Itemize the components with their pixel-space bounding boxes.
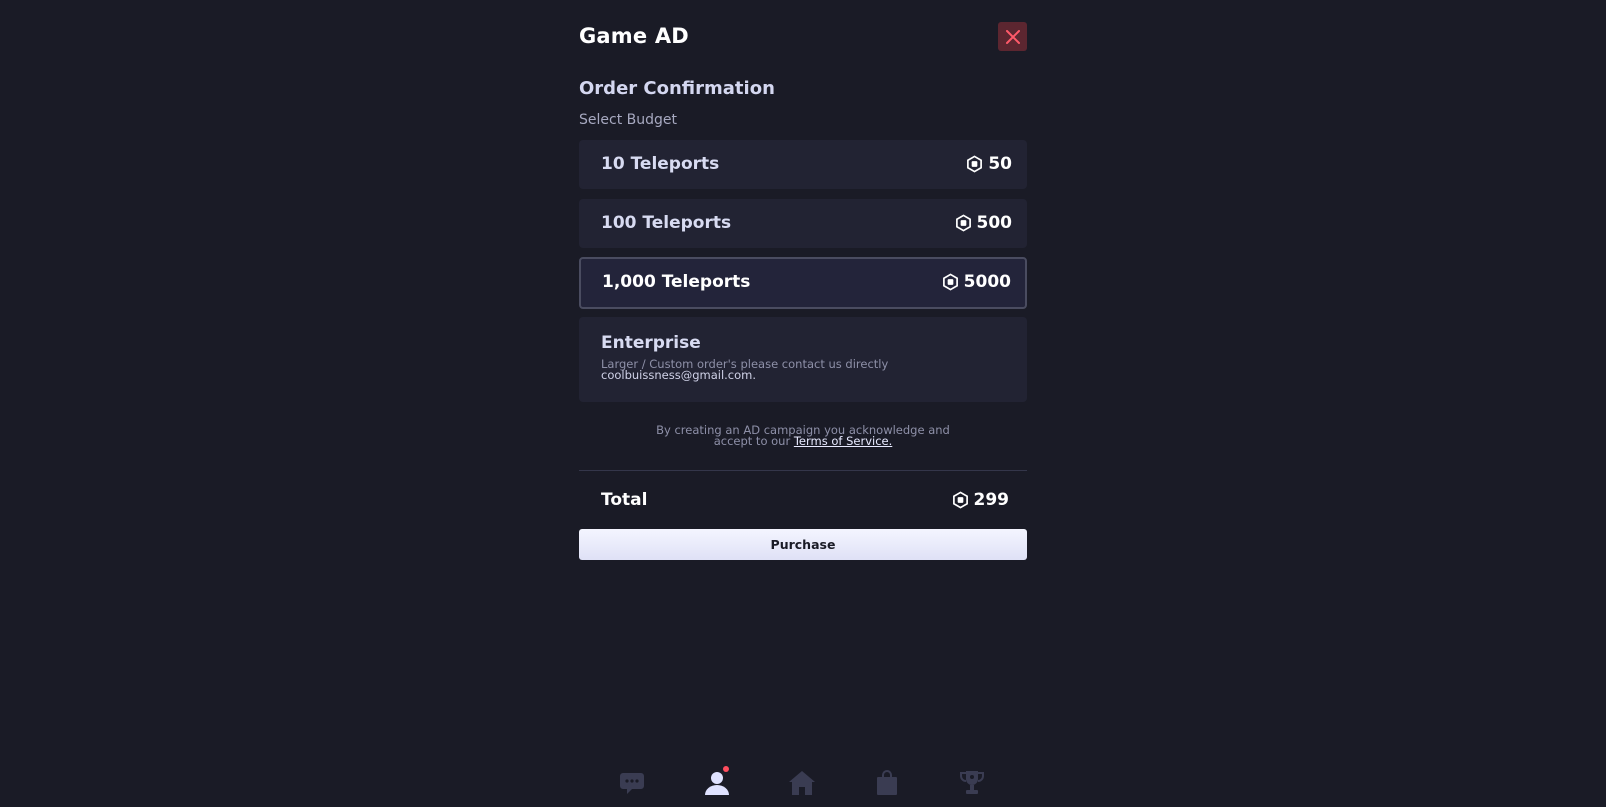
total-label: Total (601, 490, 648, 510)
budget-option-1000[interactable]: 1,000 Teleports 5000 (579, 257, 1027, 309)
terms-prefix: accept to our (713, 434, 791, 448)
price-value: 50 (988, 154, 1012, 174)
robux-icon (967, 155, 983, 173)
budget-option-price: 5000 (942, 272, 1011, 292)
budget-option-label: 100 Teleports (601, 213, 732, 233)
close-icon (1005, 29, 1020, 44)
enterprise-email[interactable]: coolbuissness@gmail.com. (601, 368, 756, 382)
price-value: 500 (976, 213, 1013, 233)
total-value: 299 (973, 490, 1010, 510)
budget-option-price: 500 (955, 213, 1013, 233)
nav-trophy[interactable] (957, 768, 987, 798)
budget-option-label: 1,000 Teleports (602, 272, 751, 292)
budget-option-label: 10 Teleports (601, 154, 720, 174)
close-button[interactable] (998, 22, 1027, 51)
enterprise-description: Larger / Custom order's please contact u… (601, 358, 1011, 382)
purchase-button[interactable]: Purchase (579, 529, 1027, 560)
terms-line-2: accept to our Terms of Service. (579, 434, 1027, 448)
nav-chat[interactable] (617, 768, 647, 798)
robux-icon (942, 273, 958, 291)
order-confirmation-heading: Order Confirmation (579, 78, 775, 99)
modal-header: Game AD (579, 21, 1027, 51)
budget-option-10[interactable]: 10 Teleports 50 (579, 140, 1027, 189)
budget-option-price: 50 (966, 154, 1012, 174)
modal-title: Game AD (579, 24, 689, 48)
enterprise-title: Enterprise (601, 333, 701, 353)
nav-home[interactable] (787, 768, 817, 798)
terms-of-service-link[interactable]: Terms of Service. (794, 434, 892, 448)
terms-notice: By creating an AD campaign you acknowled… (579, 424, 1027, 448)
enterprise-option[interactable]: Enterprise Larger / Custom order's pleas… (579, 317, 1027, 402)
budget-option-100[interactable]: 100 Teleports 500 (579, 199, 1027, 248)
robux-icon (955, 214, 971, 232)
nav-shop[interactable] (872, 768, 902, 798)
robux-icon (952, 491, 968, 509)
chat-icon (620, 773, 644, 794)
total-price: 299 (952, 490, 1010, 510)
bottom-nav (617, 766, 987, 798)
profile-icon (705, 772, 729, 795)
shop-bag-icon (877, 770, 897, 795)
divider (579, 470, 1027, 471)
nav-profile[interactable] (702, 766, 732, 798)
price-value: 5000 (963, 272, 1011, 292)
select-budget-label: Select Budget (579, 112, 677, 128)
trophy-icon (960, 771, 984, 794)
home-icon (789, 771, 815, 795)
notification-dot (723, 766, 729, 772)
